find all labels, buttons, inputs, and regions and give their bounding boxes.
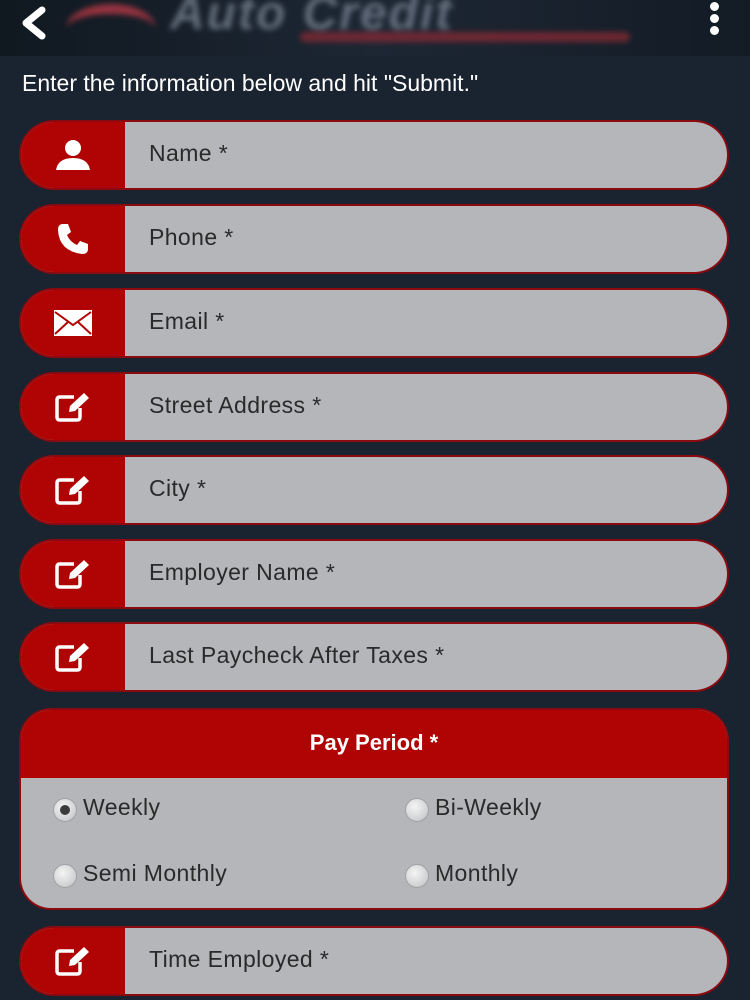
street-address-field-label: Street Address * [149,392,322,418]
app-header: Auto Credit [0,0,750,56]
field-icon-cap [21,541,125,607]
radio-monthly[interactable]: Monthly [405,858,518,888]
radio-weekly-label: Weekly [83,793,161,820]
radio-semi-monthly[interactable]: Semi Monthly [53,858,227,888]
logo: Auto Credit [60,0,700,56]
overflow-menu-button[interactable] [704,0,724,36]
employer-name-field[interactable]: Employer Name * [21,541,727,607]
edit-icon [55,560,89,589]
radio-bi-weekly[interactable]: Bi-Weekly [405,792,542,822]
field-icon-cap [21,122,125,188]
phone-field-label: Phone * [149,224,234,250]
last-paycheck-field-label: Last Paycheck After Taxes * [149,642,445,668]
time-employed-field-label: Time Employed * [149,946,330,972]
field-icon-cap [21,206,125,272]
phone-field[interactable]: Phone * [21,206,727,272]
chevron-left-icon [22,6,46,40]
field-icon-cap [21,624,125,690]
pay-period-group: Pay Period * Weekly Bi-Weekly Semi Month… [21,710,727,908]
last-paycheck-field[interactable]: Last Paycheck After Taxes * [21,624,727,690]
radio-button-selected[interactable] [53,798,77,822]
radio-bi-weekly-label: Bi-Weekly [435,793,542,820]
radio-button[interactable] [405,864,429,888]
pay-period-title: Pay Period * [21,710,727,778]
logo-subline [300,32,630,42]
radio-semi-monthly-label: Semi Monthly [83,859,228,886]
user-icon [56,140,90,170]
edit-icon [55,476,89,505]
name-field-label: Name * [149,140,229,166]
employer-name-field-label: Employer Name * [149,559,336,585]
edit-icon [55,947,89,976]
street-address-field[interactable]: Street Address * [21,374,727,440]
city-field-label: City * [149,475,207,501]
radio-button[interactable] [53,864,77,888]
time-employed-field[interactable]: Time Employed * [21,928,727,994]
edit-icon [55,393,89,422]
edit-icon [55,643,89,672]
more-vertical-icon [709,2,719,11]
city-field[interactable]: City * [21,457,727,523]
back-button[interactable] [18,4,62,44]
form-instructions: Enter the information below and hit "Sub… [22,70,479,96]
logo-swoosh [66,4,156,54]
field-icon-cap [21,928,125,994]
envelope-icon [54,310,92,336]
field-icon-cap [21,374,125,440]
radio-weekly[interactable]: Weekly [53,792,160,822]
field-icon-cap [21,457,125,523]
phone-icon [58,224,88,254]
radio-button[interactable] [405,798,429,822]
name-field[interactable]: Name * [21,122,727,188]
radio-monthly-label: Monthly [435,859,519,886]
field-icon-cap [21,290,125,356]
email-field-label: Email * [149,308,225,334]
email-field[interactable]: Email * [21,290,727,356]
